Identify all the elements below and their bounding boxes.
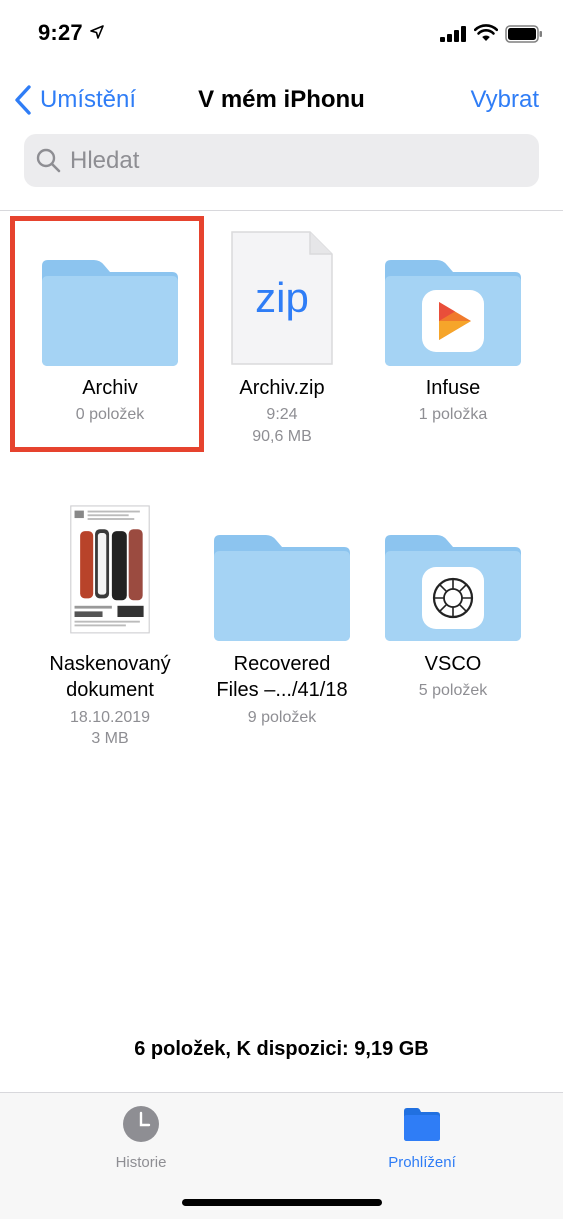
home-indicator [182,1199,382,1206]
file-item-archiv-zip[interactable]: zip Archiv.zip 9:24 90,6 MB [192,231,372,452]
selection-highlight [10,216,204,452]
folder-item-vsco[interactable]: VSCO 5 položek [363,515,543,715]
folder-icon [214,535,350,641]
item-meta-size: 90,6 MB [252,428,312,445]
tab-historie[interactable]: Historie [71,1105,211,1171]
search-icon [36,148,61,173]
item-meta: 9 položek [247,709,317,726]
item-name: Recovered [233,653,331,675]
item-name: VSCO [424,653,482,675]
wifi-icon [474,24,498,41]
location-arrow-icon [90,25,104,39]
cellular-signal-icon [440,26,466,42]
tab-label: Historie [115,1154,167,1171]
item-name-line2: Files –.../41/18 [216,679,348,701]
search-input[interactable] [68,144,512,178]
storage-summary: 6 položek, K dispozici: 9,19 GB [134,1038,429,1060]
item-meta: 1 položka [418,406,488,423]
clock-icon [123,1106,159,1142]
status-bar: 9:27 [0,0,563,70]
tab-prohlizeni[interactable]: Prohlížení [352,1105,492,1171]
folder-item-infuse[interactable]: Infuse 1 položka [363,240,543,440]
vsco-folder-icon [385,535,521,641]
item-meta: 9:24 [266,406,298,423]
battery-icon [505,25,542,43]
item-name: Archiv.zip [239,377,325,399]
search-bar[interactable] [24,134,539,187]
zip-file-icon: zip [231,231,333,365]
item-meta: 18.10.2019 [69,709,151,726]
item-meta-size: 3 MB [91,730,129,747]
tab-label: Prohlížení [388,1154,456,1171]
item-name-line2: dokument [66,679,154,701]
item-name: Naskenovaný [49,653,171,675]
navigation-bar: Umístění V mém iPhonu Vybrat [0,78,563,122]
select-button[interactable]: Vybrat [471,86,539,114]
zip-label: zip [255,274,309,321]
item-name: Infuse [425,377,481,399]
divider [0,210,563,211]
folder-item-recovered-files[interactable]: Recovered Files –.../41/18 9 položek [192,515,372,735]
folder-icon [404,1108,440,1141]
item-meta: 5 položek [418,682,488,699]
infuse-folder-icon [385,260,521,366]
scanned-document-icon [70,505,150,634]
file-item-scanned-document[interactable]: Naskenovaný dokument 18.10.2019 3 MB [20,505,200,755]
status-time: 9:27 [38,20,83,45]
